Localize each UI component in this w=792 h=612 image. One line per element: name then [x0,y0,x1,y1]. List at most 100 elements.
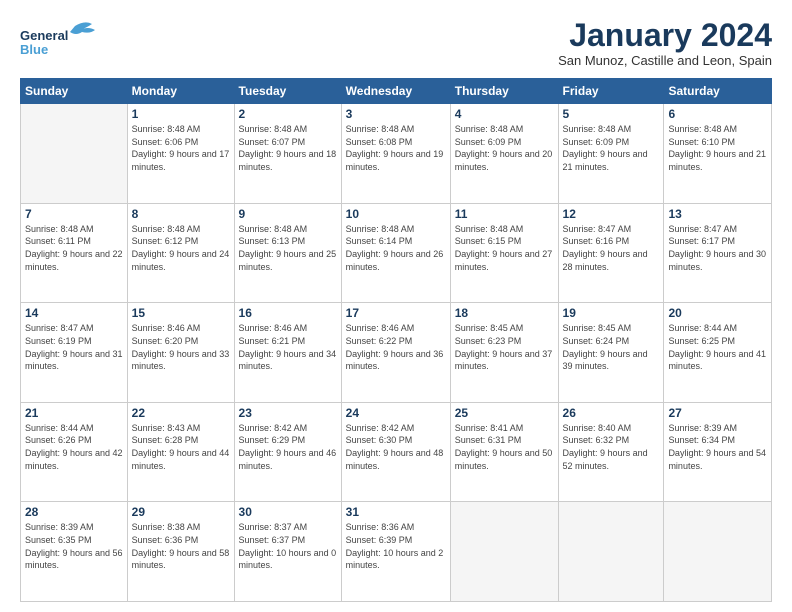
day-info: Sunrise: 8:42 AMSunset: 6:29 PMDaylight:… [239,422,337,472]
day-cell: 24Sunrise: 8:42 AMSunset: 6:30 PMDayligh… [341,402,450,502]
weekday-header-row: Sunday Monday Tuesday Wednesday Thursday… [21,79,772,104]
day-cell: 28Sunrise: 8:39 AMSunset: 6:35 PMDayligh… [21,502,128,602]
day-info: Sunrise: 8:36 AMSunset: 6:39 PMDaylight:… [346,521,446,571]
day-number: 30 [239,505,337,519]
day-cell: 30Sunrise: 8:37 AMSunset: 6:37 PMDayligh… [234,502,341,602]
day-cell: 1 Sunrise: 8:48 AMSunset: 6:06 PMDaylight… [127,104,234,204]
day-number: 3 [346,107,446,121]
day-cell: 2 Sunrise: 8:48 AMSunset: 6:07 PMDaylight… [234,104,341,204]
day-cell: 15Sunrise: 8:46 AMSunset: 6:20 PMDayligh… [127,303,234,403]
day-info: Sunrise: 8:46 AMSunset: 6:21 PMDaylight:… [239,322,337,372]
day-number: 27 [668,406,767,420]
day-number: 17 [346,306,446,320]
day-info: Sunrise: 8:47 AMSunset: 6:16 PMDaylight:… [563,223,660,273]
th-sunday: Sunday [21,79,128,104]
day-cell: 10 Sunrise: 8:48 AMSunset: 6:14 PMDayligh… [341,203,450,303]
logo: General Blue [20,18,110,58]
day-info: Sunrise: 8:48 AMSunset: 6:14 PMDaylight:… [346,223,446,273]
day-info: Sunrise: 8:43 AMSunset: 6:28 PMDaylight:… [132,422,230,472]
day-cell: 16Sunrise: 8:46 AMSunset: 6:21 PMDayligh… [234,303,341,403]
day-cell [450,502,558,602]
day-number: 14 [25,306,123,320]
day-info: Sunrise: 8:39 AMSunset: 6:34 PMDaylight:… [668,422,767,472]
day-cell: 12 Sunrise: 8:47 AMSunset: 6:16 PMDayligh… [558,203,664,303]
day-info: Sunrise: 8:48 AMSunset: 6:09 PMDaylight:… [455,123,554,173]
day-cell: 27 Sunrise: 8:39 AMSunset: 6:34 PMDayligh… [664,402,772,502]
day-number: 19 [563,306,660,320]
day-cell: 19 Sunrise: 8:45 AMSunset: 6:24 PMDayligh… [558,303,664,403]
day-cell [21,104,128,204]
day-info: Sunrise: 8:44 AMSunset: 6:26 PMDaylight:… [25,422,123,472]
day-cell: 18Sunrise: 8:45 AMSunset: 6:23 PMDayligh… [450,303,558,403]
day-number: 22 [132,406,230,420]
day-number: 11 [455,207,554,221]
day-number: 2 [239,107,337,121]
day-number: 5 [563,107,660,121]
week-row-4: 21 Sunrise: 8:44 AMSunset: 6:26 PMDayligh… [21,402,772,502]
day-cell: 5Sunrise: 8:48 AMSunset: 6:09 PMDaylight… [558,104,664,204]
day-cell [664,502,772,602]
day-cell: 31Sunrise: 8:36 AMSunset: 6:39 PMDayligh… [341,502,450,602]
day-number: 15 [132,306,230,320]
day-cell: 14 Sunrise: 8:47 AMSunset: 6:19 PMDayligh… [21,303,128,403]
day-info: Sunrise: 8:45 AMSunset: 6:24 PMDaylight:… [563,322,660,372]
day-info: Sunrise: 8:48 AMSunset: 6:11 PMDaylight:… [25,223,123,273]
week-row-5: 28Sunrise: 8:39 AMSunset: 6:35 PMDayligh… [21,502,772,602]
day-info: Sunrise: 8:48 AMSunset: 6:10 PMDaylight:… [668,123,767,173]
logo-icon: General Blue [20,18,110,58]
day-number: 6 [668,107,767,121]
day-cell: 9Sunrise: 8:48 AMSunset: 6:13 PMDaylight… [234,203,341,303]
day-number: 10 [346,207,446,221]
day-info: Sunrise: 8:46 AMSunset: 6:22 PMDaylight:… [346,322,446,372]
day-cell: 21 Sunrise: 8:44 AMSunset: 6:26 PMDayligh… [21,402,128,502]
day-cell: 29Sunrise: 8:38 AMSunset: 6:36 PMDayligh… [127,502,234,602]
day-info: Sunrise: 8:48 AMSunset: 6:07 PMDaylight:… [239,123,337,173]
day-cell: 26Sunrise: 8:40 AMSunset: 6:32 PMDayligh… [558,402,664,502]
svg-text:Blue: Blue [20,42,48,57]
day-cell: 17 Sunrise: 8:46 AMSunset: 6:22 PMDayligh… [341,303,450,403]
day-cell: 22 Sunrise: 8:43 AMSunset: 6:28 PMDayligh… [127,402,234,502]
day-cell: 25 Sunrise: 8:41 AMSunset: 6:31 PMDayligh… [450,402,558,502]
day-number: 25 [455,406,554,420]
day-number: 8 [132,207,230,221]
day-info: Sunrise: 8:48 AMSunset: 6:06 PMDaylight:… [132,123,230,173]
day-number: 4 [455,107,554,121]
header: General Blue January 2024 San Munoz, Cas… [20,18,772,68]
th-monday: Monday [127,79,234,104]
day-cell: 8 Sunrise: 8:48 AMSunset: 6:12 PMDaylight… [127,203,234,303]
day-cell: 11Sunrise: 8:48 AMSunset: 6:15 PMDayligh… [450,203,558,303]
day-info: Sunrise: 8:47 AMSunset: 6:19 PMDaylight:… [25,322,123,372]
title-block: January 2024 San Munoz, Castille and Leo… [558,18,772,68]
calendar-title: January 2024 [558,18,772,53]
day-number: 7 [25,207,123,221]
calendar-page: General Blue January 2024 San Munoz, Cas… [0,0,792,612]
day-info: Sunrise: 8:42 AMSunset: 6:30 PMDaylight:… [346,422,446,472]
svg-text:General: General [20,28,68,43]
day-number: 18 [455,306,554,320]
day-number: 20 [668,306,767,320]
day-cell: 23 Sunrise: 8:42 AMSunset: 6:29 PMDayligh… [234,402,341,502]
day-number: 13 [668,207,767,221]
day-number: 1 [132,107,230,121]
week-row-2: 7 Sunrise: 8:48 AMSunset: 6:11 PMDaylight… [21,203,772,303]
day-cell: 13 Sunrise: 8:47 AMSunset: 6:17 PMDayligh… [664,203,772,303]
day-info: Sunrise: 8:44 AMSunset: 6:25 PMDaylight:… [668,322,767,372]
day-cell: 3 Sunrise: 8:48 AMSunset: 6:08 PMDaylight… [341,104,450,204]
calendar-subtitle: San Munoz, Castille and Leon, Spain [558,53,772,68]
day-info: Sunrise: 8:38 AMSunset: 6:36 PMDaylight:… [132,521,230,571]
day-number: 23 [239,406,337,420]
day-info: Sunrise: 8:47 AMSunset: 6:17 PMDaylight:… [668,223,767,273]
week-row-3: 14 Sunrise: 8:47 AMSunset: 6:19 PMDayligh… [21,303,772,403]
day-number: 12 [563,207,660,221]
day-info: Sunrise: 8:48 AMSunset: 6:08 PMDaylight:… [346,123,446,173]
calendar-table: Sunday Monday Tuesday Wednesday Thursday… [20,78,772,602]
th-thursday: Thursday [450,79,558,104]
th-tuesday: Tuesday [234,79,341,104]
day-info: Sunrise: 8:48 AMSunset: 6:13 PMDaylight:… [239,223,337,273]
day-info: Sunrise: 8:41 AMSunset: 6:31 PMDaylight:… [455,422,554,472]
th-friday: Friday [558,79,664,104]
week-row-1: 1 Sunrise: 8:48 AMSunset: 6:06 PMDaylight… [21,104,772,204]
day-cell: 4 Sunrise: 8:48 AMSunset: 6:09 PMDaylight… [450,104,558,204]
day-number: 21 [25,406,123,420]
day-info: Sunrise: 8:48 AMSunset: 6:12 PMDaylight:… [132,223,230,273]
